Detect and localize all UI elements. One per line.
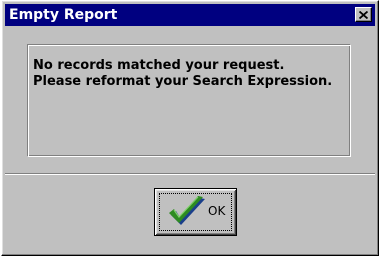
message-line-2: Please reformat your Search Expression.	[33, 74, 333, 89]
ok-button[interactable]: OK	[154, 188, 237, 236]
empty-report-dialog: Empty Report No records matched your req…	[1, 0, 379, 256]
title-bar[interactable]: Empty Report	[5, 4, 375, 26]
message-line-1: No records matched your request.	[33, 58, 285, 73]
checkmark-icon	[169, 196, 205, 225]
window-title: Empty Report	[9, 7, 118, 23]
ok-label: OK	[208, 204, 226, 218]
close-button[interactable]	[355, 7, 372, 22]
message-panel: No records matched your request. Please …	[27, 44, 351, 157]
separator	[5, 173, 375, 175]
close-icon	[359, 10, 368, 19]
